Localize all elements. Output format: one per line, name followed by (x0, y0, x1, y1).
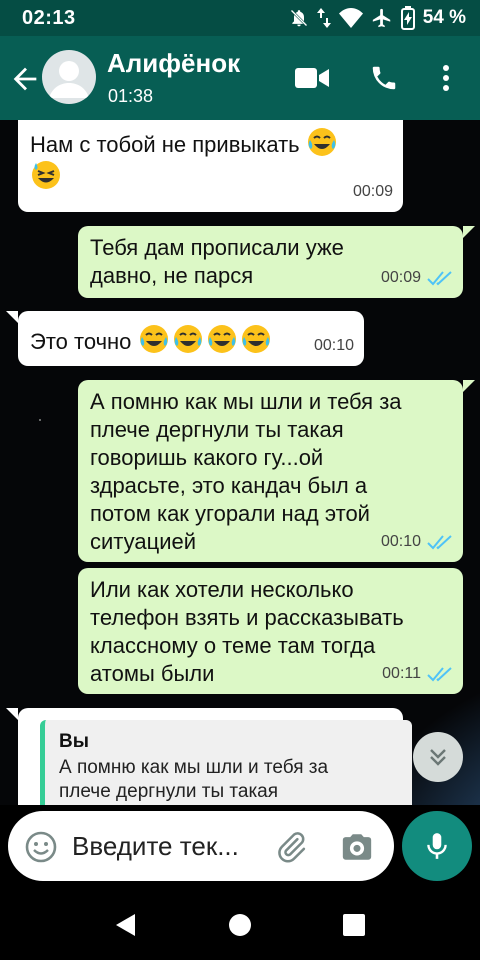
default-avatar-icon (49, 61, 89, 98)
message-text: Тебя дам прописали уже давно, не парся (90, 235, 344, 288)
status-icons: 54 % (289, 6, 466, 30)
message-incoming[interactable]: Это точно 00:10 (18, 311, 364, 366)
more-options-button[interactable] (428, 60, 464, 96)
message-outgoing[interactable]: Или как хотели несколько телефон взять и… (78, 568, 463, 694)
message-meta: 00:10 (381, 528, 453, 556)
message-meta: 00:10 (314, 332, 354, 360)
video-call-button[interactable] (294, 60, 330, 96)
quoted-message[interactable]: Вы А помню как мы шли и тебя за плече де… (40, 720, 412, 805)
nav-recents-icon[interactable] (339, 910, 369, 940)
more-vert-icon (443, 65, 449, 91)
message-text: Это точно (30, 323, 274, 356)
message-time: 00:10 (313, 337, 354, 354)
message-input-box[interactable]: Введите тек... (8, 811, 394, 881)
message-text: А помню как мы шли и тебя за плече дергн… (90, 389, 402, 554)
read-ticks-icon (427, 667, 452, 682)
bubble-tail (6, 708, 18, 720)
quoted-text: А помню как мы шли и тебя за плече дергн… (59, 757, 329, 802)
battery-percent: 54 % (422, 7, 466, 28)
double-chevron-down-icon (430, 749, 446, 766)
emoji-icon[interactable] (24, 830, 58, 864)
scroll-to-bottom-button[interactable] (413, 732, 463, 782)
message-list[interactable]: Нам с тобой не привыкать 00:09 Тебя дам … (0, 120, 480, 805)
system-navigation-bar (0, 890, 480, 960)
message-time: 00:09 (352, 183, 393, 200)
status-time: 02:13 (22, 7, 76, 29)
data-arrows-icon (316, 8, 331, 28)
phone-icon (372, 66, 396, 90)
bubble-tail (463, 380, 475, 392)
mic-icon (427, 833, 447, 859)
chat-header: Алифёнок 01:38 (0, 36, 480, 120)
camera-icon[interactable] (340, 830, 374, 864)
airplane-icon (372, 8, 390, 28)
status-bar: 02:13 54 % (0, 0, 480, 36)
video-call-icon (295, 68, 329, 88)
message-outgoing[interactable]: Тебя дам прописали уже давно, не парся 0… (78, 226, 463, 298)
message-time: 00:10 (380, 533, 421, 550)
message-text: Или как хотели несколько телефон взять и… (90, 577, 404, 686)
grinning-squinting-face-with-sweat-emoji (32, 161, 60, 189)
message-meta: 00:11 (382, 660, 453, 688)
message-incoming-reply[interactable]: Вы А помню как мы шли и тебя за плече де… (18, 708, 412, 805)
message-incoming[interactable]: Нам с тобой не привыкать 00:09 (18, 120, 403, 212)
face-with-tears-of-joy-emoji (139, 325, 168, 353)
voice-call-button[interactable] (366, 60, 402, 96)
face-with-tears-of-joy-emoji (207, 325, 236, 353)
message-meta: 00:09 (353, 178, 393, 206)
message-time: 00:09 (380, 269, 421, 286)
composer: Введите тек... (0, 805, 480, 890)
face-with-tears-of-joy-emoji (173, 325, 202, 353)
wifi-icon (338, 8, 363, 28)
bubble-tail (6, 311, 18, 323)
message-text: Нам с тобой не привыкать (30, 126, 340, 192)
nav-back-icon[interactable] (111, 910, 141, 940)
quoted-author: Вы (59, 731, 89, 752)
mute-icon (290, 9, 308, 27)
nav-home-icon[interactable] (225, 910, 255, 940)
back-arrow-icon[interactable] (8, 62, 42, 96)
face-with-tears-of-joy-emoji (307, 128, 336, 156)
bubble-tail (463, 226, 475, 238)
read-ticks-icon (427, 271, 452, 286)
battery-charging-icon (400, 6, 415, 30)
face-with-tears-of-joy-emoji (241, 325, 270, 353)
voice-message-button[interactable] (402, 811, 472, 881)
last-seen: 01:38 (108, 86, 154, 106)
attach-icon[interactable] (274, 830, 308, 864)
message-input[interactable]: Введите тек... (72, 831, 239, 862)
avatar[interactable] (42, 50, 96, 104)
read-ticks-icon (427, 535, 452, 550)
contact-name[interactable]: Алифёнок (107, 48, 240, 79)
message-outgoing[interactable]: А помню как мы шли и тебя за плече дергн… (78, 380, 463, 562)
message-meta: 00:09 (381, 264, 453, 292)
message-time: 00:11 (382, 665, 421, 682)
